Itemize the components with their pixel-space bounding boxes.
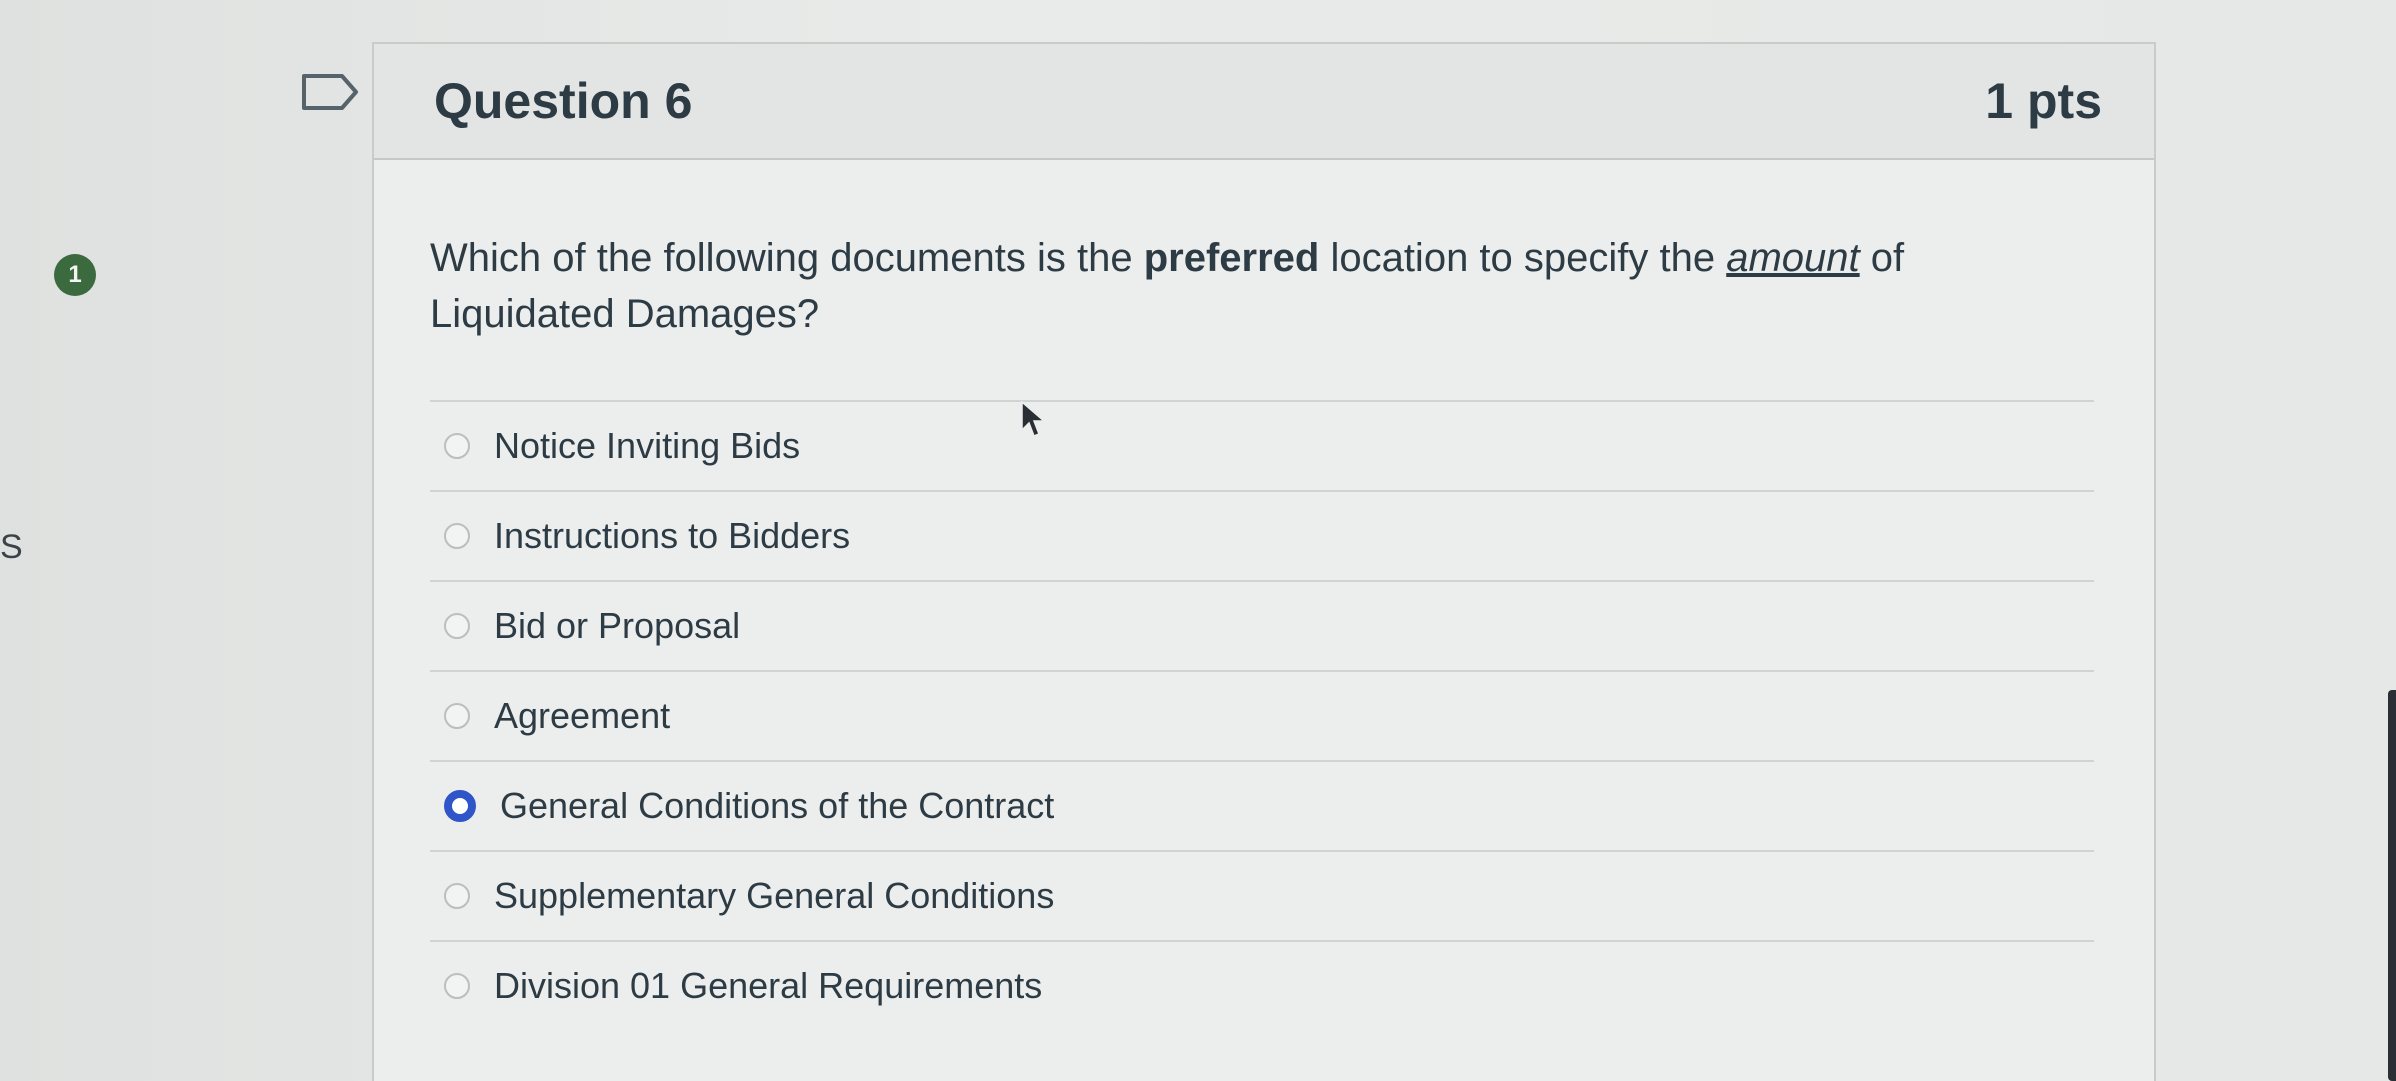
question-text-bold: preferred <box>1143 236 1320 280</box>
answer-option[interactable]: Agreement <box>430 672 2094 762</box>
screen-edge <box>2388 690 2396 1081</box>
answer-label[interactable]: General Conditions of the Contract <box>500 785 1054 827</box>
answer-option[interactable]: Bid or Proposal <box>430 582 2094 672</box>
answer-label[interactable]: Bid or Proposal <box>494 605 740 647</box>
question-number-badge: 1 <box>54 254 96 296</box>
quiz-page: S 1 Question 6 1 pts Which of the follow… <box>0 0 2396 1081</box>
answer-list: Notice Inviting Bids Instructions to Bid… <box>430 400 2094 1030</box>
radio-button[interactable] <box>444 433 470 459</box>
answer-label[interactable]: Instructions to Bidders <box>494 515 850 557</box>
answer-option[interactable]: Instructions to Bidders <box>430 492 2094 582</box>
question-text: Which of the following documents is the … <box>430 230 2030 342</box>
question-text-part: location to specify the <box>1319 236 1727 280</box>
question-header: Question 6 1 pts <box>374 44 2154 160</box>
answer-label[interactable]: Agreement <box>494 695 670 737</box>
question-body: Which of the following documents is the … <box>374 160 2154 1030</box>
flag-question-icon[interactable] <box>300 72 360 112</box>
radio-button[interactable] <box>444 703 470 729</box>
answer-label[interactable]: Supplementary General Conditions <box>494 875 1054 917</box>
answer-option[interactable]: Notice Inviting Bids <box>430 402 2094 492</box>
answer-option[interactable]: Supplementary General Conditions <box>430 852 2094 942</box>
radio-button[interactable] <box>444 523 470 549</box>
radio-button[interactable] <box>444 883 470 909</box>
answer-option-selected[interactable]: General Conditions of the Contract <box>430 762 2094 852</box>
sidebar-partial-text: S <box>0 528 23 566</box>
mouse-pointer-icon <box>1021 400 1046 437</box>
question-title: Question 6 <box>434 73 693 129</box>
radio-button[interactable] <box>444 973 470 999</box>
radio-button[interactable] <box>444 613 470 639</box>
answer-label[interactable]: Notice Inviting Bids <box>494 425 800 467</box>
radio-button-selected[interactable] <box>444 790 476 822</box>
answer-option[interactable]: Division 01 General Requirements <box>430 942 2094 1030</box>
question-card: Question 6 1 pts Which of the following … <box>372 42 2156 1081</box>
question-text-part: Which of the following documents is the <box>430 236 1144 280</box>
question-points: 1 pts <box>1985 73 2102 129</box>
question-text-emphasis: amount <box>1726 236 1860 280</box>
answer-label[interactable]: Division 01 General Requirements <box>494 965 1042 1007</box>
